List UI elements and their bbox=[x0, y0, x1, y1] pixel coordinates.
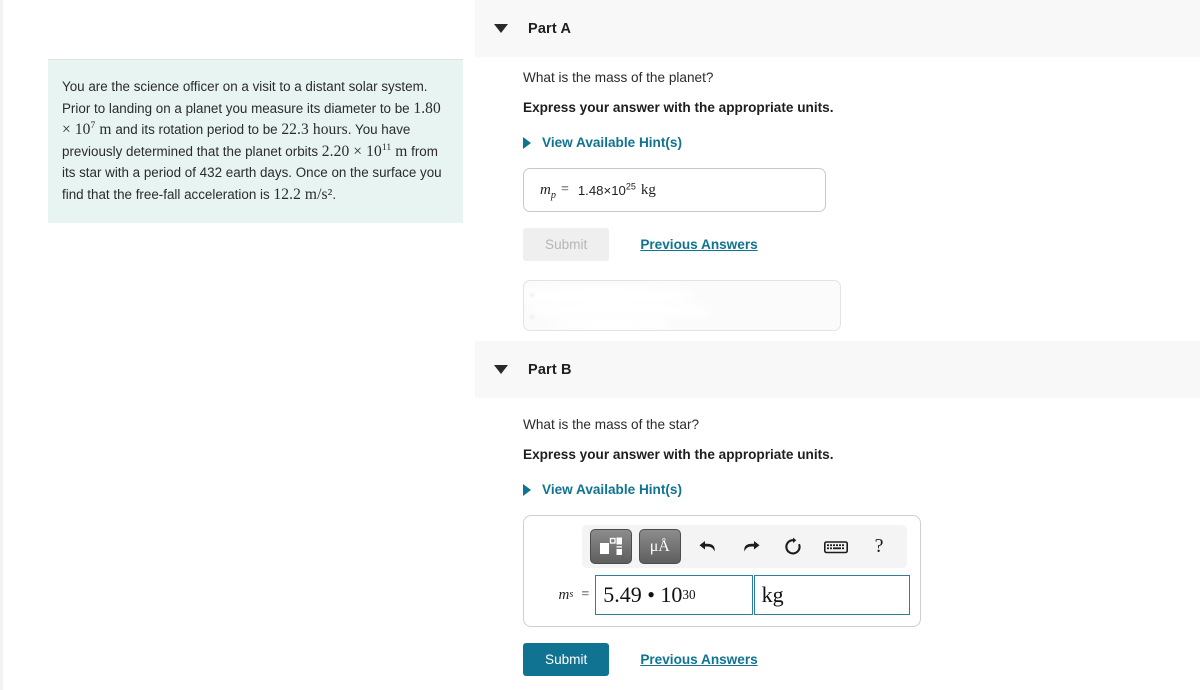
question-seg-5: . bbox=[332, 186, 337, 202]
part-a-view-hints[interactable]: View Available Hint(s) bbox=[523, 135, 682, 150]
units-button-label: μÅ bbox=[649, 537, 670, 555]
template-icon[interactable] bbox=[590, 529, 632, 564]
part-b-header[interactable]: Part B bbox=[475, 341, 1200, 398]
feedback-ghost-mark bbox=[530, 293, 534, 297]
part-b-value-input[interactable]: 5.49 • 10 30 bbox=[595, 575, 753, 615]
question-seg-2: and its rotation period to be bbox=[111, 122, 282, 137]
reset-circular-arrow-icon[interactable] bbox=[773, 530, 813, 563]
part-a-header[interactable]: Part A bbox=[475, 0, 1200, 57]
part-a-submit-button[interactable]: Submit bbox=[523, 228, 610, 261]
part-b-previous-answers-link[interactable]: Previous Answers bbox=[640, 652, 757, 667]
answer-panel: Part A What is the mass of the planet? E… bbox=[475, 0, 1200, 690]
part-a-equals-sign: = bbox=[560, 182, 569, 197]
undo-arrow-icon[interactable] bbox=[688, 530, 728, 563]
part-b-editor-toolbar: μÅ ? bbox=[582, 525, 907, 568]
part-a-title: Part A bbox=[528, 20, 572, 37]
part-b-answer-symbol: ms bbox=[558, 586, 574, 603]
feedback-ghost-mark bbox=[530, 315, 534, 319]
part-b-equals-sign: = bbox=[581, 587, 590, 602]
help-question-icon[interactable]: ? bbox=[859, 530, 899, 563]
part-b-body: What is the mass of the star? Express yo… bbox=[523, 415, 921, 676]
caret-right-icon bbox=[523, 136, 531, 149]
question-math-orbit-radius: 2.20 × 1011 m bbox=[321, 141, 408, 160]
part-a-prompt: What is the mass of the planet? bbox=[523, 70, 714, 85]
part-b-unit-input[interactable]: kg bbox=[753, 575, 911, 615]
part-b-hint-label: View Available Hint(s) bbox=[542, 482, 683, 497]
part-a-answer-symbol: mp bbox=[540, 181, 556, 201]
part-b-instruction: Express your answer with the appropriate… bbox=[523, 447, 834, 462]
part-b-button-row: Submit Previous Answers bbox=[523, 643, 921, 676]
question-seg-1: You are the science officer on a visit t… bbox=[62, 79, 428, 116]
keyboard-icon[interactable] bbox=[816, 530, 856, 563]
question-statement-text: You are the science officer on a visit t… bbox=[62, 76, 447, 205]
part-a-body: What is the mass of the planet? Express … bbox=[523, 68, 841, 331]
assignment-page: You are the science officer on a visit t… bbox=[0, 0, 1200, 690]
part-a-instruction: Express your answer with the appropriate… bbox=[523, 100, 834, 115]
part-a-hint-label: View Available Hint(s) bbox=[542, 135, 683, 150]
question-math-gravity: 12.2 m/s² bbox=[273, 185, 333, 203]
caret-right-icon bbox=[523, 483, 531, 496]
part-b-view-hints[interactable]: View Available Hint(s) bbox=[523, 482, 682, 497]
part-a-previous-answers-link[interactable]: Previous Answers bbox=[640, 237, 757, 252]
units-mu-angstrom-icon[interactable]: μÅ bbox=[638, 529, 681, 564]
caret-down-icon[interactable] bbox=[494, 365, 508, 374]
question-statement-box: You are the science officer on a visit t… bbox=[48, 59, 463, 223]
part-b-answer-row: ms = 5.49 • 10 30 kg bbox=[534, 575, 911, 615]
part-b-submit-button[interactable]: Submit bbox=[523, 643, 610, 676]
part-a-answer-unit: kg bbox=[640, 181, 656, 198]
part-a-answer-value: 1.48×1025 bbox=[577, 181, 636, 198]
part-b-answer-editor: μÅ ? m s = 5.49 • 10 30 kg bbox=[523, 515, 921, 627]
redo-arrow-icon[interactable] bbox=[731, 530, 771, 563]
feedback-smudge bbox=[552, 317, 672, 330]
question-panel: You are the science officer on a visit t… bbox=[0, 0, 479, 690]
part-b-title: Part B bbox=[528, 361, 572, 378]
caret-down-icon[interactable] bbox=[494, 24, 508, 33]
part-b-prompt: What is the mass of the star? bbox=[523, 417, 700, 432]
part-a-feedback-box bbox=[523, 280, 841, 331]
feedback-smudge bbox=[528, 303, 714, 318]
part-a-button-row: Submit Previous Answers bbox=[523, 228, 841, 261]
part-a-answer-display: mp = 1.48×1025 kg bbox=[523, 168, 826, 212]
question-math-rotation: 22.3 hours bbox=[281, 121, 348, 138]
